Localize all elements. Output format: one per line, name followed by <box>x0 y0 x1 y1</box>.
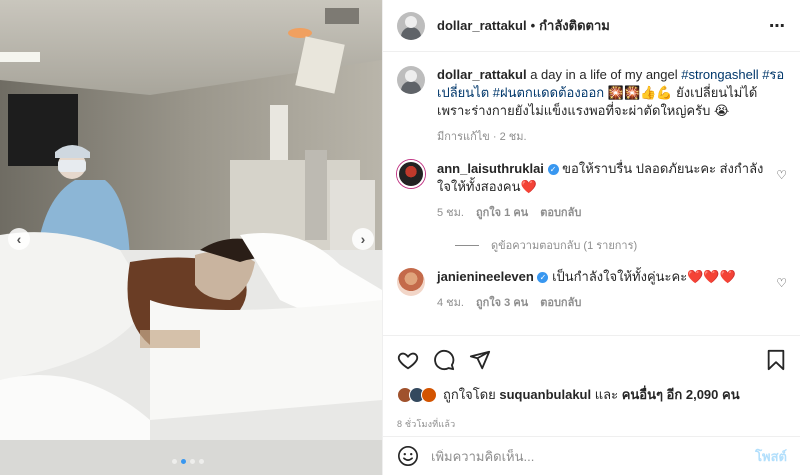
likes-and: และ <box>594 387 619 402</box>
comment-meta: 4 ชม. ถูกใจ 3 คน ตอบกลับ <box>437 294 768 312</box>
comment-username[interactable]: janienineeleven <box>437 269 534 284</box>
verified-icon: ✓ <box>537 272 549 284</box>
previous-photo-button[interactable]: ‹ <box>8 228 30 250</box>
comments-list[interactable]: dollar_rattakul a day in a life of my an… <box>383 52 800 335</box>
liker-username[interactable]: suquanbulakul <box>499 387 591 402</box>
comment-likes[interactable]: ถูกใจ 1 คน <box>476 204 528 222</box>
hospital-photo-illustration <box>0 0 382 475</box>
heart-icon[interactable]: ♡ <box>776 276 787 312</box>
post-details-panel: dollar_rattakul • กำลังติดตาม ⋯ dollar_r… <box>382 0 800 475</box>
comment-input[interactable] <box>431 448 756 464</box>
carousel-dot <box>190 459 195 464</box>
add-comment-bar: โพสต์ <box>383 436 800 475</box>
emoji-icon[interactable] <box>397 445 419 467</box>
comment-username[interactable]: ann_laisuthruklai <box>437 161 544 176</box>
bookmark-icon[interactable] <box>765 349 787 371</box>
carousel-dot-active <box>181 459 186 464</box>
carousel-indicator <box>172 459 204 464</box>
commenter-avatar[interactable] <box>397 160 425 188</box>
heart-icon[interactable]: ♡ <box>776 168 787 222</box>
reply-button[interactable]: ตอบกลับ <box>540 204 581 222</box>
verified-icon: ✓ <box>547 164 559 176</box>
post-time[interactable]: 8 ชั่วโมงที่แล้ว <box>397 417 787 431</box>
action-icons <box>397 348 787 372</box>
likes-prefix: ถูกใจโดย <box>443 387 496 402</box>
caption: dollar_rattakul a day in a life of my an… <box>397 66 787 146</box>
comment-item: janienineeleven ✓ เป็นกำลังใจให้ทั้งคู่น… <box>397 268 787 312</box>
post-photo[interactable]: ‹ › <box>0 0 382 475</box>
comment-meta: 5 ชม. ถูกใจ 1 คน ตอบกลับ <box>437 204 768 222</box>
likes-summary[interactable]: ถูกใจโดย suquanbulakul และ คนอื่นๆ อีก 2… <box>397 384 787 405</box>
reply-button[interactable]: ตอบกลับ <box>540 294 581 312</box>
separator-dot: • <box>530 18 536 33</box>
carousel-dot <box>199 459 204 464</box>
carousel-dot <box>172 459 177 464</box>
post-actions: ถูกใจโดย suquanbulakul และ คนอื่นๆ อีก 2… <box>383 335 800 431</box>
post-header: dollar_rattakul • กำลังติดตาม ⋯ <box>383 0 800 52</box>
caption-meta: มีการแก้ไข · 2 ชม. <box>437 128 787 146</box>
comment-icon[interactable] <box>433 349 455 371</box>
comment-time[interactable]: 5 ชม. <box>437 204 464 222</box>
comment-item: ann_laisuthruklai ✓ ขอให้ราบรื่น ปลอดภัย… <box>397 160 787 222</box>
liker-avatar <box>421 386 437 403</box>
author-avatar[interactable] <box>397 11 425 40</box>
edited-time: มีการแก้ไข · 2 ชม. <box>437 131 527 143</box>
caption-username[interactable]: dollar_rattakul <box>437 67 527 82</box>
liker-avatars <box>397 386 437 403</box>
likes-others[interactable]: คนอื่นๆ อีก 2,090 คน <box>622 384 740 405</box>
heart-icon[interactable] <box>397 349 419 371</box>
following-button[interactable]: กำลังติดตาม <box>539 15 610 36</box>
view-replies-button[interactable]: ดูข้อความตอบกลับ (1 รายการ) <box>455 236 787 254</box>
next-photo-button[interactable]: › <box>352 228 374 250</box>
comment-text: เป็นกำลังใจให้ทั้งคู่นะคะ❤️❤️❤️ <box>552 269 736 284</box>
comment-time[interactable]: 4 ชม. <box>437 294 464 312</box>
comment-likes[interactable]: ถูกใจ 3 คน <box>476 294 528 312</box>
author-username[interactable]: dollar_rattakul <box>437 18 527 33</box>
commenter-avatar[interactable] <box>397 268 425 296</box>
more-icon[interactable]: ⋯ <box>769 16 786 36</box>
author-avatar[interactable] <box>397 66 425 94</box>
post-comment-button[interactable]: โพสต์ <box>755 446 787 467</box>
caption-text: a day in a life of my angel <box>530 67 678 82</box>
share-icon[interactable] <box>469 349 491 371</box>
